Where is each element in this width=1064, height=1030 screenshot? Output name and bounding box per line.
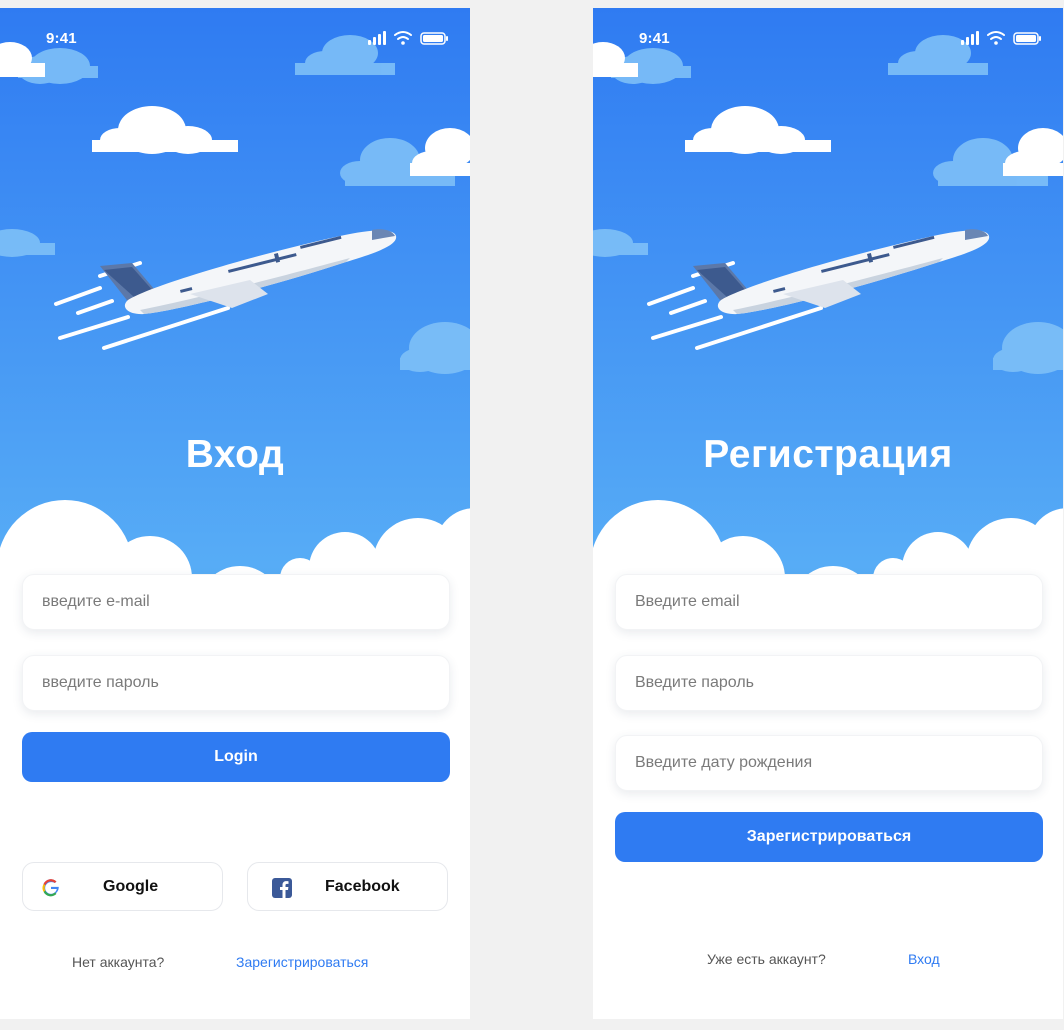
signal-icon <box>961 31 979 45</box>
facebook-button[interactable]: Facebook <box>247 862 448 911</box>
password-field[interactable] <box>22 655 450 711</box>
register-link[interactable]: Зарегистрироваться <box>236 954 368 970</box>
no-account-text: Нет аккаунта? <box>72 954 165 970</box>
facebook-icon <box>272 878 292 898</box>
login-screen: 9:41 Вход Login Google <box>0 8 470 1019</box>
wifi-icon <box>987 31 1005 40</box>
email-field[interactable] <box>615 574 1043 630</box>
status-time: 9:41 <box>46 30 77 47</box>
email-input[interactable] <box>23 575 449 629</box>
password-input[interactable] <box>616 656 1042 710</box>
register-screen: 9:41 Регистрация Зарегистрироваться Уже … <box>593 8 1063 1019</box>
birthdate-field[interactable] <box>615 735 1043 791</box>
register-button[interactable]: Зарегистрироваться <box>615 812 1043 862</box>
page-title: Вход <box>185 433 285 476</box>
email-input[interactable] <box>616 575 1042 629</box>
email-field[interactable] <box>22 574 450 630</box>
birthdate-input[interactable] <box>616 736 1042 790</box>
status-icons <box>368 31 448 45</box>
battery-icon <box>420 32 448 45</box>
have-account-text: Уже есть аккаунт? <box>707 951 826 967</box>
status-icons <box>961 31 1041 45</box>
google-button-label: Google <box>103 878 159 895</box>
password-input[interactable] <box>23 656 449 710</box>
battery-icon <box>1013 32 1041 45</box>
page-title: Регистрация <box>703 433 953 476</box>
login-link[interactable]: Вход <box>908 951 940 967</box>
google-icon <box>42 879 59 897</box>
wifi-icon <box>394 31 412 40</box>
status-time: 9:41 <box>639 30 670 47</box>
password-field[interactable] <box>615 655 1043 711</box>
facebook-button-label: Facebook <box>325 878 400 895</box>
signal-icon <box>368 31 386 45</box>
hero-illustration <box>593 8 1063 608</box>
login-button[interactable]: Login <box>22 732 450 782</box>
hero-illustration <box>0 8 470 608</box>
google-button[interactable]: Google <box>22 862 223 911</box>
